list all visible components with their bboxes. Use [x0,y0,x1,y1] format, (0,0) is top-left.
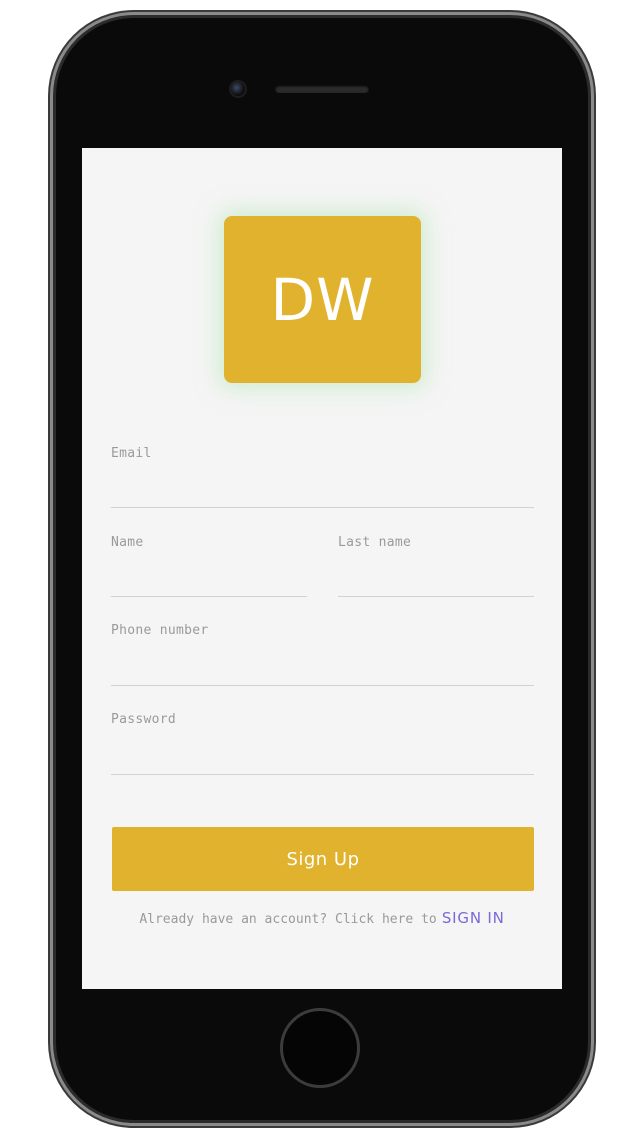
sign-in-prompt-text: Already have an account? Click here to [139,912,437,927]
sign-in-prompt-row: Already have an account? Click here to S… [82,908,562,927]
power-button [588,256,594,332]
signup-screen: DW Email Name Last name Phone number Pas… [82,148,562,989]
email-label: Email [111,446,152,461]
last-name-label: Last name [338,535,412,550]
email-field: Email [111,446,534,508]
last-name-input[interactable] [338,569,534,597]
sign-up-button[interactable]: Sign Up [112,827,534,891]
home-button[interactable] [280,1008,360,1088]
sign-in-link[interactable]: SIGN IN [442,909,505,927]
password-label: Password [111,712,177,727]
phone-number-field: Phone number [111,623,534,686]
email-input[interactable] [111,480,534,508]
name-input[interactable] [111,569,307,597]
name-label: Name [111,535,144,550]
phone-number-input[interactable] [111,658,534,686]
phone-number-label: Phone number [111,623,209,638]
earpiece-speaker [275,85,369,93]
app-logo-text: DW [270,265,375,334]
app-logo: DW [224,216,421,383]
last-name-field: Last name [338,535,534,597]
front-camera [231,82,245,96]
password-input[interactable] [111,747,534,775]
password-field: Password [111,712,534,775]
name-field: Name [111,535,307,597]
device-mockup: DW Email Name Last name Phone number Pas… [0,0,640,1137]
